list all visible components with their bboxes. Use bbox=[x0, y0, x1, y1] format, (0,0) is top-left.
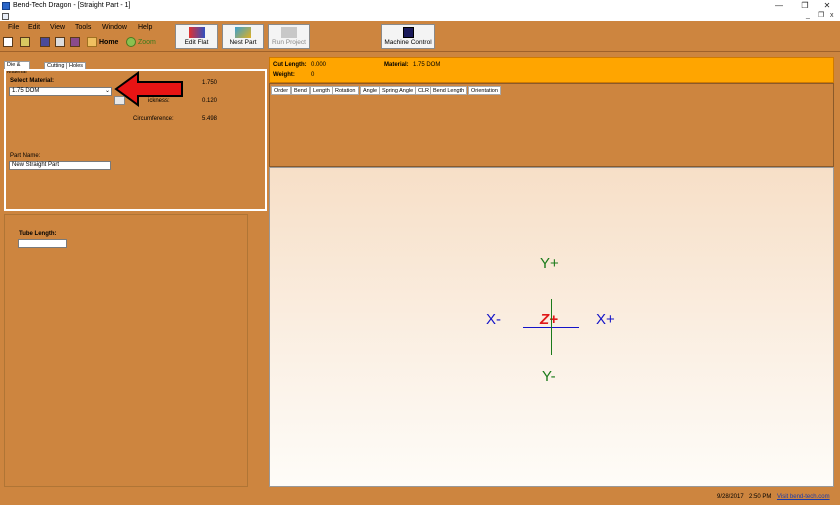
save-icon[interactable] bbox=[40, 37, 50, 47]
menu-tools[interactable]: Tools bbox=[75, 24, 91, 31]
circumference-value: 5.498 bbox=[202, 116, 218, 122]
machine-control-label: Machine Control bbox=[384, 39, 432, 46]
mdi-minimize-button[interactable]: _ bbox=[806, 12, 810, 20]
column-spring-angle[interactable]: Spring Angle bbox=[379, 86, 417, 95]
menu-view[interactable]: View bbox=[50, 24, 65, 31]
document-icon[interactable] bbox=[2, 13, 9, 20]
status-time: 2:50 PM bbox=[749, 494, 772, 500]
x-minus-axis-label: X- bbox=[486, 311, 501, 328]
edit-flat-label: Edit Flat bbox=[184, 39, 209, 46]
menu-help[interactable]: Help bbox=[138, 24, 152, 31]
column-length[interactable]: Length bbox=[310, 86, 333, 95]
tube-length-input[interactable] bbox=[18, 239, 67, 248]
status-date: 9/28/2017 bbox=[717, 494, 744, 500]
new-file-icon[interactable] bbox=[3, 37, 13, 47]
app-icon bbox=[2, 2, 10, 10]
zoom-button[interactable]: Zoom bbox=[138, 39, 156, 46]
material-select[interactable]: 1.75 DOM ⌄ bbox=[9, 87, 112, 96]
material-summary-value: 1.75 DOM bbox=[413, 62, 441, 68]
3d-viewport[interactable]: Y+ X- X+ Y- Z+ bbox=[269, 167, 834, 487]
nest-part-icon bbox=[235, 27, 251, 38]
material-select-value: 1.75 DOM bbox=[12, 88, 40, 94]
tube-length-label: Tube Length: bbox=[19, 231, 57, 237]
cut-length-label: Cut Length: bbox=[273, 62, 307, 68]
menu-file[interactable]: File bbox=[8, 24, 19, 31]
run-project-label: Run Project bbox=[272, 39, 306, 46]
open-folder-icon[interactable] bbox=[20, 37, 30, 47]
minimize-button[interactable]: — bbox=[766, 0, 792, 12]
bend-grid[interactable] bbox=[269, 83, 834, 167]
weight-value: 0 bbox=[311, 72, 315, 78]
menu-edit[interactable]: Edit bbox=[28, 24, 40, 31]
menu-window[interactable]: Window bbox=[102, 24, 127, 31]
highlight-arrow-icon bbox=[114, 71, 183, 107]
run-project-icon bbox=[281, 27, 297, 38]
cut-length-value: 0.000 bbox=[311, 62, 327, 68]
machine-control-icon bbox=[402, 27, 414, 38]
diameter-value: 1.750 bbox=[202, 80, 218, 86]
window-title: Bend-Tech Dragon - [Straight Part - 1] bbox=[13, 2, 131, 9]
weight-label: Weight: bbox=[273, 72, 295, 78]
nest-part-button[interactable]: Nest Part bbox=[222, 24, 264, 49]
edit-flat-icon bbox=[188, 27, 205, 38]
part-name-label: Part Name: bbox=[10, 153, 41, 159]
print-preview-icon[interactable] bbox=[70, 37, 80, 47]
mdi-close-button[interactable]: x bbox=[830, 12, 834, 20]
part-summary-panel bbox=[269, 57, 834, 83]
column-rotation[interactable]: Rotation bbox=[332, 86, 359, 95]
material-summary-label: Material: bbox=[384, 62, 409, 68]
column-bend-length[interactable]: Bend Length bbox=[430, 86, 468, 95]
chevron-down-icon[interactable]: ⌄ bbox=[105, 88, 110, 95]
y-axis-line bbox=[551, 299, 552, 355]
website-link[interactable]: Visit bend-tech.com bbox=[777, 494, 830, 500]
zoom-icon[interactable] bbox=[126, 37, 136, 47]
home-button[interactable]: Home bbox=[99, 39, 118, 46]
title-bar: Bend-Tech Dragon - [Straight Part - 1] —… bbox=[0, 0, 840, 12]
x-plus-axis-label: X+ bbox=[596, 311, 615, 328]
column-bend[interactable]: Bend bbox=[291, 86, 310, 95]
part-name-input[interactable]: New Straight Part bbox=[9, 161, 111, 170]
select-material-label: Select Material: bbox=[10, 78, 55, 84]
nest-part-label: Nest Part bbox=[229, 39, 257, 46]
machine-control-button[interactable]: Machine Control bbox=[381, 24, 435, 49]
thickness-value: 0.120 bbox=[202, 98, 218, 104]
tube-length-panel bbox=[4, 214, 248, 487]
column-angle[interactable]: Angle bbox=[360, 86, 381, 95]
mdi-restore-button[interactable]: ❐ bbox=[818, 12, 824, 20]
mdi-child-strip: _ ❐ x bbox=[0, 12, 840, 21]
close-button[interactable]: ✕ bbox=[814, 0, 840, 12]
y-minus-axis-label: Y- bbox=[542, 368, 556, 385]
column-order[interactable]: Order bbox=[271, 86, 292, 95]
run-project-button[interactable]: Run Project bbox=[268, 24, 310, 49]
print-icon[interactable] bbox=[55, 37, 65, 47]
edit-flat-button[interactable]: Edit Flat bbox=[175, 24, 218, 49]
y-plus-axis-label: Y+ bbox=[540, 255, 559, 272]
z-plus-axis-label: Z+ bbox=[540, 311, 558, 328]
circumference-label: Circumference: bbox=[133, 116, 174, 122]
home-icon[interactable] bbox=[87, 37, 97, 47]
status-bar: 9/28/2017 2:50 PM Visit bend-tech.com bbox=[0, 491, 840, 505]
column-orientation[interactable]: Orientation bbox=[468, 86, 501, 95]
toolbar-separator bbox=[0, 51, 840, 52]
